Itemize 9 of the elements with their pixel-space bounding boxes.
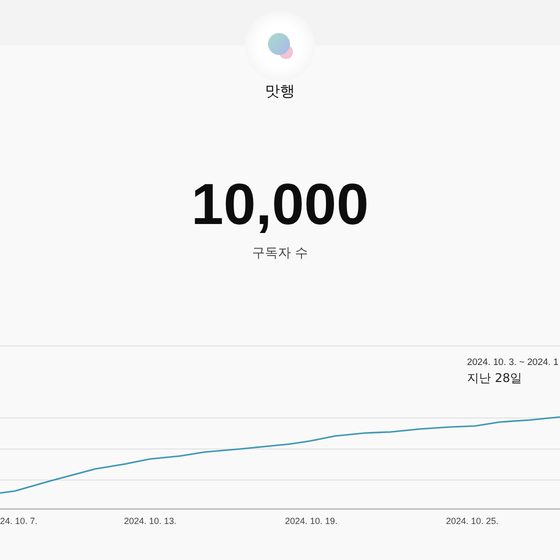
subscriber-count: 10,000	[190, 172, 370, 238]
period-label: 지난 28일	[467, 370, 522, 387]
x-axis-label: 24. 10. 7.	[0, 516, 38, 526]
x-axis-label: 2024. 10. 19.	[285, 516, 338, 526]
x-axis-label: 2024. 10. 25.	[446, 516, 499, 526]
x-axis-label: 2024. 10. 13.	[124, 516, 177, 526]
channel-name: 맛행	[264, 82, 296, 102]
subscriber-label: 구독자 수	[250, 245, 310, 263]
date-range: 2024. 10. 3. ~ 2024. 1	[467, 356, 558, 367]
